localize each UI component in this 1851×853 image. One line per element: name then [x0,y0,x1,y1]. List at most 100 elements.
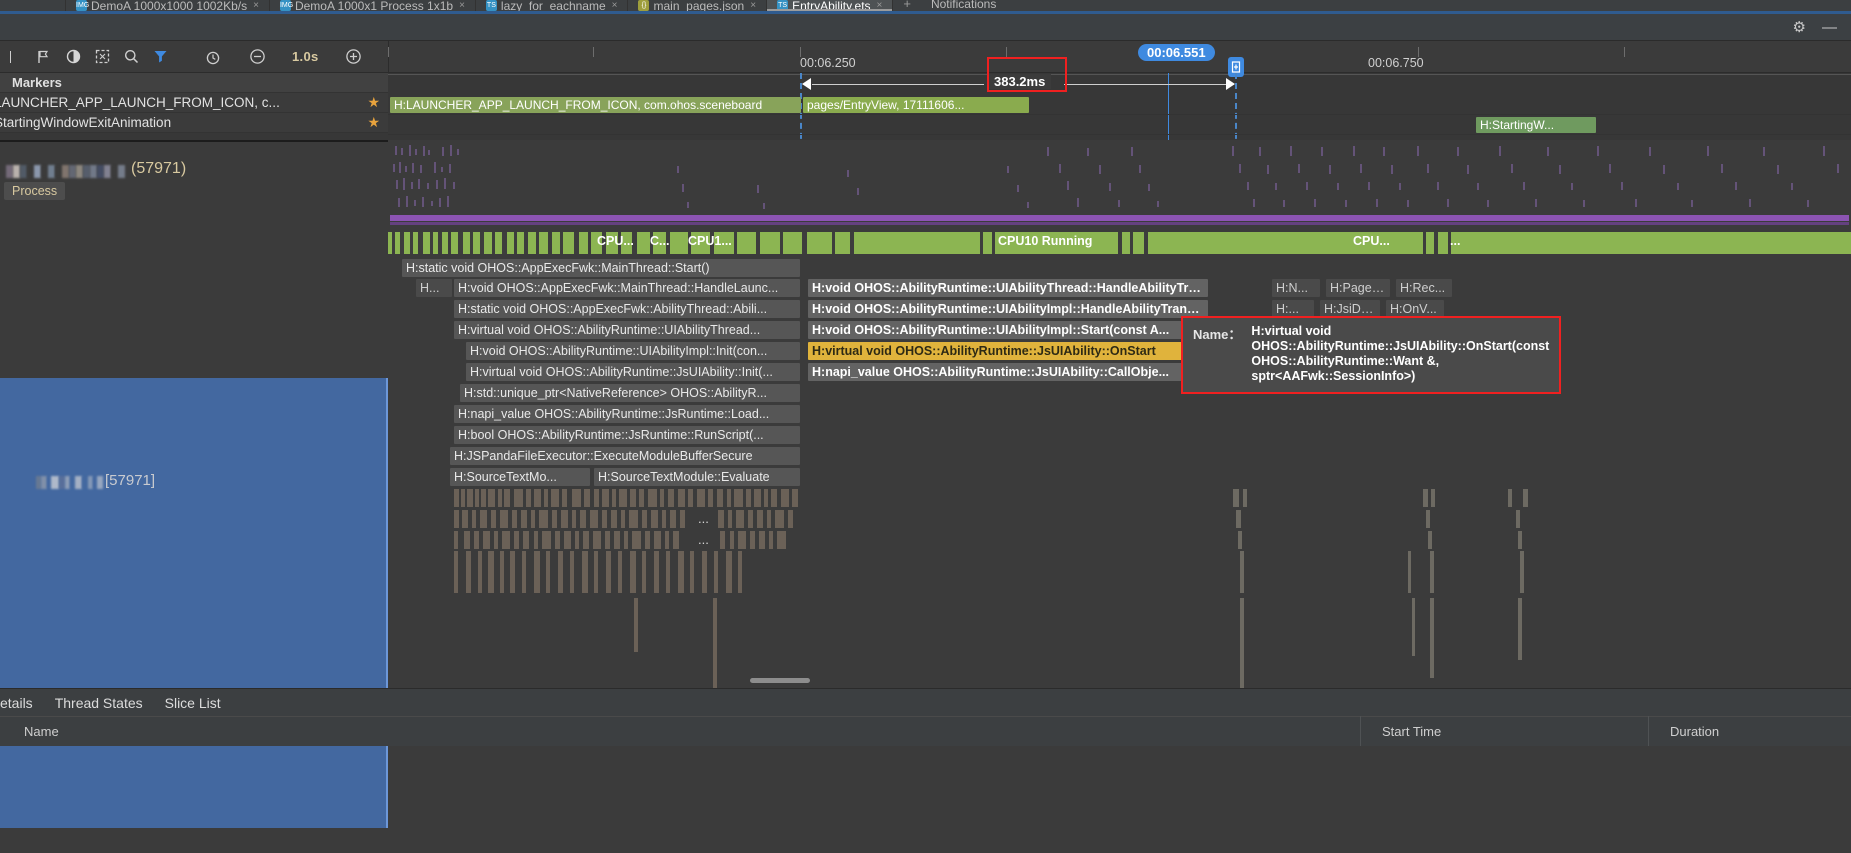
editor-tab-label: DemoA 1000x1 Process 1x1b [294,0,454,11]
thread-name-redacted [36,474,103,490]
stack-row-1: H... H:void OHOS::AppExecFwk::MainThread… [388,278,1851,299]
ruler-tick [388,47,389,57]
ruler-tick [1624,47,1625,57]
frequency-bar [390,215,1849,221]
stack-slice[interactable]: H:void OHOS::AbilityRuntime::UIAbilityTh… [808,279,1208,297]
stack-slice-selected[interactable]: H:virtual void OHOS::AbilityRuntime::JsU… [808,342,1184,360]
marker-tracks: H:LAUNCHER_APP_LAUNCH_FROM_ICON, com.oho… [388,75,1851,138]
marker-slice[interactable]: pages/EntryView, 17111606... [803,97,1029,113]
zoom-controls: 1.0s [204,48,363,66]
notifications-tab[interactable]: Notifications [921,0,1006,11]
column-header-name[interactable]: Name [24,724,59,739]
stack-slice[interactable]: H:void OHOS::AbilityRuntime::UIAbilityIm… [808,321,1208,339]
process-panel: (57971) Process [57971] [0,140,388,853]
details-tab-bar: etails Thread States Slice List [0,688,1851,716]
stack-slice[interactable]: H:static void OHOS::AppExecFwk::AbilityT… [454,300,800,318]
cpu-label-2: CPU1... [688,234,732,248]
micro-slice-row-2: ... [388,530,1851,551]
editor-tab-label: lazy_for_eachname [500,0,606,11]
bookmark-icon[interactable] [6,48,24,66]
stack-slice[interactable]: H:void OHOS::AppExecFwk::MainThread::Han… [454,279,800,297]
svg-text:...: ... [698,532,709,547]
tab-details[interactable]: etails [0,695,33,711]
select-region-icon[interactable] [93,48,111,66]
marker-row-0[interactable]: LAUNCHER_APP_LAUNCH_FROM_ICON, c... ★ [0,93,388,113]
editor-tab-label: DemoA 1000x1000 1002Kb/s [91,0,248,11]
stack-slice[interactable]: H:SourceTextModule::Evaluate [594,468,800,486]
close-icon[interactable]: × [612,0,618,11]
stack-slice[interactable]: H:SourceTextMo... [450,468,590,486]
stack-slice[interactable]: H:napi_value OHOS::AbilityRuntime::JsRun… [454,405,800,423]
markers-header: Markers [0,73,388,93]
stack-slice[interactable]: H:bool OHOS::AbilityRuntime::JsRuntime::… [454,426,800,444]
trace-toolbar-tools [0,48,190,66]
star-icon[interactable]: ★ [367,94,380,111]
gear-icon[interactable]: ⚙ [1793,20,1806,35]
panel-toolbar: ⚙ — [0,14,1851,41]
trace-tracks[interactable]: CPU... C... CPU1... CPU10 Running CPU...… [388,140,1851,853]
time-ruler[interactable]: 00:06.250 00:06.750 [388,47,1851,75]
panel-resize-handle[interactable] [750,678,810,683]
svg-text:...: ... [698,511,709,526]
editor-tab-2[interactable]: TS lazy_for_eachname × [476,0,629,11]
tab-slice-list[interactable]: Slice List [165,695,221,711]
reset-clock-icon[interactable] [204,48,222,66]
zoom-out-icon[interactable] [248,48,266,66]
marker-track-1: H:StartingW... [388,115,1851,135]
process-tag-badge: Process [4,182,66,200]
frequency-sample-band [388,140,1851,230]
filter-icon[interactable] [151,48,169,66]
stack-slice[interactable]: H:N... [1272,279,1320,297]
minimize-icon[interactable]: — [1822,20,1837,35]
cpu-running-track[interactable]: CPU... C... CPU1... CPU10 Running CPU...… [388,232,1851,254]
json-file-icon: {} [638,0,650,11]
markers-panel: Markers LAUNCHER_APP_LAUNCH_FROM_ICON, c… [0,73,388,133]
editor-tab-1[interactable]: IMG DemoA 1000x1 Process 1x1b × [270,0,476,11]
cpu-label-3: CPU10 Running [998,234,1093,248]
micro-slice-row-1: ... [388,509,1851,530]
column-header-start-time[interactable]: Start Time [1382,724,1441,739]
image-file-icon: IMG [279,0,294,11]
zoom-in-icon[interactable] [345,48,363,66]
cpu-label-0: CPU... [597,234,634,248]
stack-row-10: H:SourceTextMo... H:SourceTextModule::Ev… [388,467,1851,488]
stack-slice[interactable]: H:PageR... [1326,279,1390,297]
stack-slice[interactable]: H:Rec... [1396,279,1452,297]
tab-thread-states[interactable]: Thread States [55,695,143,711]
stack-slice[interactable]: H:void OHOS::AbilityRuntime::UIAbilityIm… [466,342,800,360]
stack-slice[interactable]: H:static void OHOS::AppExecFwk::MainThre… [402,259,800,277]
new-tab-button[interactable]: + [893,0,921,11]
star-icon[interactable]: ★ [367,114,380,131]
tab-strip-left-spacer [0,0,66,11]
process-name-redacted [6,163,125,178]
stack-row-3: H:virtual void OHOS::AbilityRuntime::UIA… [388,320,1851,341]
marker-slice[interactable]: H:StartingW... [1476,117,1596,133]
close-icon[interactable]: × [253,0,259,11]
stack-row-7: H:napi_value OHOS::AbilityRuntime::JsRun… [388,404,1851,425]
flag-icon[interactable] [35,48,53,66]
column-header-duration[interactable]: Duration [1670,724,1719,739]
stack-row-2: H:static void OHOS::AppExecFwk::AbilityT… [388,299,1851,320]
process-name-row[interactable]: (57971) [6,160,186,178]
trace-analyzer-window: IMG DemoA 1000x1000 1002Kb/s × IMG DemoA… [0,0,1851,853]
marker-slice[interactable]: H:LAUNCHER_APP_LAUNCH_FROM_ICON, com.oho… [390,97,801,113]
column-divider[interactable] [1648,716,1649,746]
column-divider[interactable] [1360,716,1361,746]
stack-slice[interactable]: H:std::unique_ptr<NativeReference> OHOS:… [460,384,800,402]
tooltip-name-key: Name： [1193,327,1242,342]
stack-slice[interactable]: H:virtual void OHOS::AbilityRuntime::UIA… [454,321,800,339]
stack-slice[interactable]: H:JSPandaFileExecutor::ExecuteModuleBuff… [450,447,800,465]
close-icon[interactable]: × [750,0,756,11]
editor-tab-0[interactable]: IMG DemoA 1000x1000 1002Kb/s × [66,0,270,11]
stack-slice[interactable]: H:virtual void OHOS::AbilityRuntime::JsU… [466,363,800,381]
editor-tab-3[interactable]: {} main_pages.json × [628,0,768,11]
stack-slice[interactable]: H... [416,279,452,297]
stack-slice[interactable]: H:void OHOS::AbilityRuntime::UIAbilityIm… [808,300,1208,318]
stack-slice[interactable]: H:napi_value OHOS::AbilityRuntime::JsUIA… [808,363,1184,381]
thread-name-row[interactable]: [57971] [36,472,155,490]
editor-tab-4[interactable]: TS EntryAbility.ets × [767,0,894,11]
marker-row-1[interactable]: StartingWindowExitAnimation ★ [0,113,388,133]
search-icon[interactable] [122,48,140,66]
target-icon[interactable] [64,48,82,66]
close-icon[interactable]: × [459,0,465,11]
